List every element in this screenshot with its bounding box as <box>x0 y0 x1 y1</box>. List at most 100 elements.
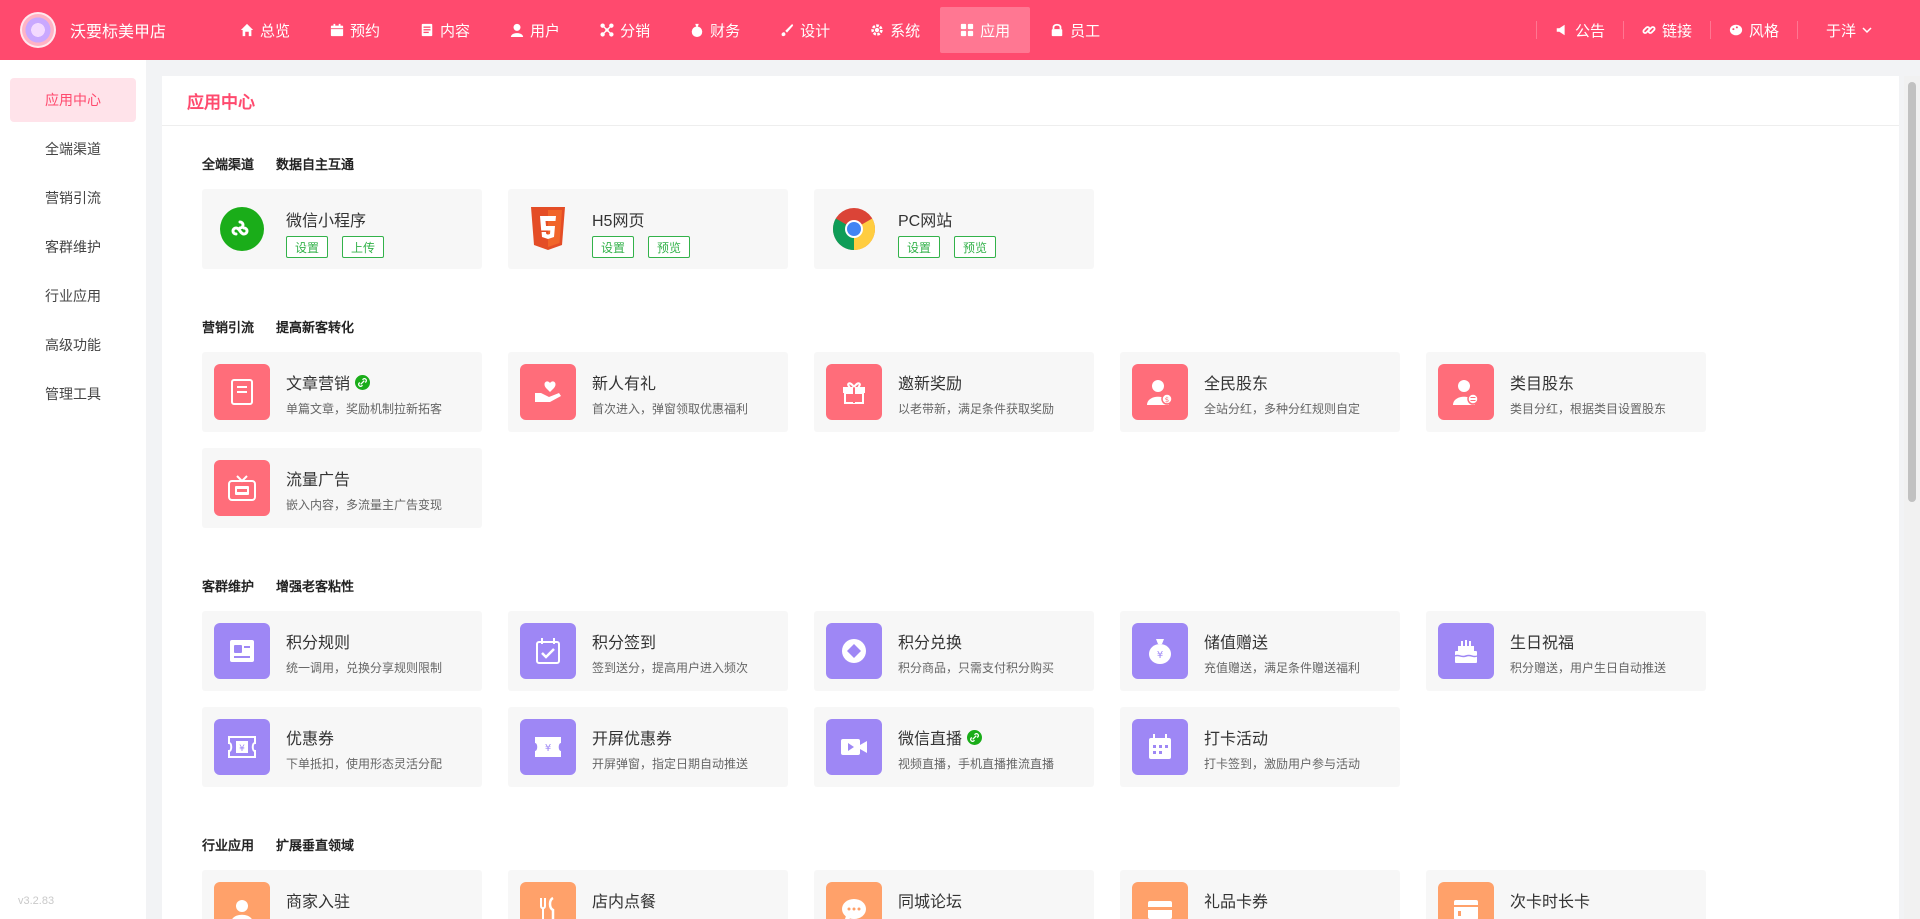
notice-button[interactable]: 公告 <box>1535 21 1623 40</box>
top-bar: 沃要标美甲店 总览 预约 内容 用户 分销 财务 设计 系统 应用 员工 公告 … <box>0 0 1920 60</box>
sidebar-item-marketing[interactable]: 营销引流 <box>10 176 136 220</box>
nav-item-system[interactable]: 系统 <box>850 7 940 53</box>
app-card-dining[interactable]: 店内点餐 <box>508 870 788 919</box>
user-icon <box>510 23 524 37</box>
preview-button[interactable]: 预览 <box>954 236 997 258</box>
brand[interactable]: 沃要标美甲店 <box>0 12 210 48</box>
money-bag-icon: ¥ <box>1132 623 1188 679</box>
nav-item-finance[interactable]: 财务 <box>670 7 760 53</box>
section-title-channels: 全端渠道 数据自主互通 <box>202 154 354 173</box>
brand-name: 沃要标美甲店 <box>70 24 167 41</box>
page-scrollbar[interactable] <box>1904 76 1920 919</box>
gear-icon <box>871 24 883 36</box>
html5-icon <box>520 201 576 257</box>
card-title: 礼品卡券 <box>1204 894 1269 911</box>
nav-item-apps[interactable]: 应用 <box>940 7 1031 53</box>
scrollbar-thumb[interactable] <box>1908 82 1916 502</box>
sidebar-item-industry[interactable]: 行业应用 <box>10 274 136 318</box>
sidebar-item-advanced[interactable]: 高级功能 <box>10 323 136 367</box>
card-title: 次卡时长卡 <box>1510 894 1591 911</box>
section-name: 客群维护 <box>202 579 255 594</box>
dining-icon <box>520 882 576 919</box>
section-title-industry: 行业应用 扩展垂直领域 <box>202 835 354 854</box>
app-card-punch-in[interactable]: 打卡活动 打卡签到，激励用户参与活动 <box>1120 707 1400 787</box>
nav-label: 用户 <box>530 22 561 40</box>
style-label: 风格 <box>1748 22 1779 40</box>
app-card-shareholder[interactable]: $ 全民股东 全站分红，多种分红规则自定 <box>1120 352 1400 432</box>
card-description: 单篇文章，奖励机制拉新拓客 <box>286 402 443 416</box>
app-card-gift-card[interactable]: 礼品卡券 <box>1120 870 1400 919</box>
section-subtitle: 增强老客粘性 <box>276 579 355 594</box>
app-card-forum[interactable]: 同城论坛 <box>814 870 1094 919</box>
svg-text:$: $ <box>1165 396 1169 404</box>
nav-item-staff[interactable]: 员工 <box>1030 7 1120 53</box>
link-button[interactable]: 链接 <box>1622 21 1710 40</box>
sidebar-item-tools[interactable]: 管理工具 <box>10 372 136 416</box>
nav-item-content[interactable]: 内容 <box>400 7 490 53</box>
app-card-newcomer-gift[interactable]: 新人有礼 首次进入，弹窗领取优惠福利 <box>508 352 788 432</box>
section-subtitle: 扩展垂直领域 <box>276 838 355 853</box>
app-card-pc[interactable]: PC网站 设置 预览 <box>814 189 1094 269</box>
app-card-article-marketing[interactable]: 文章营销 单篇文章，奖励机制拉新拓客 <box>202 352 482 432</box>
lock-icon <box>1051 23 1063 37</box>
card-title: 流量广告 <box>286 472 351 489</box>
nav-item-booking[interactable]: 预约 <box>310 7 400 53</box>
section-subtitle: 数据自主互通 <box>276 157 355 172</box>
settings-button[interactable]: 设置 <box>592 236 635 258</box>
app-card-time-card[interactable]: 次卡时长卡 <box>1426 870 1706 919</box>
app-card-birthday[interactable]: 生日祝福 积分赠送，用户生日自动推送 <box>1426 611 1706 691</box>
app-card-splash-coupon[interactable]: ¥ 开屏优惠券 开屏弹窗，指定日期自动推送 <box>508 707 788 787</box>
app-card-traffic-ads[interactable]: 流量广告 嵌入内容，多流量主广告变现 <box>202 448 482 528</box>
nav-item-users[interactable]: 用户 <box>490 7 580 53</box>
app-card-stored-value[interactable]: ¥ 储值赠送 充值赠送，满足条件赠送福利 <box>1120 611 1400 691</box>
main-nav: 总览 预约 内容 用户 分销 财务 设计 系统 应用 员工 <box>220 0 1120 60</box>
sidebar-item-retention[interactable]: 客群维护 <box>10 225 136 269</box>
nav-item-distribution[interactable]: 分销 <box>580 7 670 53</box>
card-title: 微信小程序 <box>286 213 367 230</box>
card-actions: 设置 预览 <box>898 236 997 258</box>
nav-label: 设计 <box>800 22 831 40</box>
megaphone-icon <box>1556 24 1565 36</box>
nav-label: 预约 <box>350 22 381 40</box>
page-title: 应用中心 <box>162 76 1899 126</box>
app-card-h5[interactable]: H5网页 设置 预览 <box>508 189 788 269</box>
app-card-merchant[interactable]: 商家入驻 <box>202 870 482 919</box>
card-title: 优惠券 <box>286 731 335 748</box>
nav-item-design[interactable]: 设计 <box>760 7 850 53</box>
money-bag-icon <box>691 23 703 37</box>
app-card-points-rule[interactable]: 积分规则 统一调用，兑换分享规则限制 <box>202 611 482 691</box>
card-description: 视频直播，手机直播推流直播 <box>898 757 1055 771</box>
app-card-miniprogram[interactable]: 微信小程序 设置 上传 <box>202 189 482 269</box>
notice-label: 公告 <box>1574 22 1605 40</box>
brand-logo <box>20 12 56 48</box>
preview-button[interactable]: 预览 <box>648 236 691 258</box>
card-title: 生日祝福 <box>1510 635 1575 652</box>
sidebar-item-channels[interactable]: 全端渠道 <box>10 127 136 171</box>
style-button[interactable]: 风格 <box>1709 21 1797 40</box>
app-card-points-checkin[interactable]: 积分签到 签到送分，提高用户进入频次 <box>508 611 788 691</box>
app-card-points-exchange[interactable]: 积分兑换 积分商品，只需支付积分购买 <box>814 611 1094 691</box>
sidebar: 应用中心 全端渠道 营销引流 客群维护 行业应用 高级功能 管理工具 v3.2.… <box>0 60 146 919</box>
version-label: v3.2.83 <box>18 895 55 907</box>
app-card-invite-reward[interactable]: 邀新奖励 以老带新，满足条件获取奖励 <box>814 352 1094 432</box>
card-description: 签到送分，提高用户进入频次 <box>592 661 749 675</box>
upload-button[interactable]: 上传 <box>342 236 385 258</box>
nav-label: 分销 <box>620 22 651 40</box>
settings-button[interactable]: 设置 <box>286 236 329 258</box>
sidebar-item-app-center[interactable]: 应用中心 <box>10 78 136 122</box>
link-icon <box>967 729 983 745</box>
card-title: 店内点餐 <box>592 894 657 911</box>
settings-button[interactable]: 设置 <box>898 236 941 258</box>
app-card-wechat-live[interactable]: 微信直播 视频直播，手机直播推流直播 <box>814 707 1094 787</box>
card-title: 打卡活动 <box>1204 731 1269 748</box>
calendar-icon <box>330 23 344 37</box>
nav-item-overview[interactable]: 总览 <box>220 7 310 53</box>
card-title: H5网页 <box>592 213 645 230</box>
cake-icon <box>1438 623 1494 679</box>
app-card-coupon[interactable]: ¥ 优惠券 下单抵扣，使用形态灵活分配 <box>202 707 482 787</box>
nav-label: 员工 <box>1070 22 1101 40</box>
main-panel: 应用中心 全端渠道 数据自主互通 微信小程序 设置 上传 H5网页 设置 预览 <box>162 76 1899 919</box>
app-card-category-shareholder[interactable]: 类目股东 类目分红，根据类目设置股东 <box>1426 352 1706 432</box>
user-menu[interactable]: 于洋 <box>1796 21 1890 40</box>
card-description: 嵌入内容，多流量主广告变现 <box>286 498 443 512</box>
